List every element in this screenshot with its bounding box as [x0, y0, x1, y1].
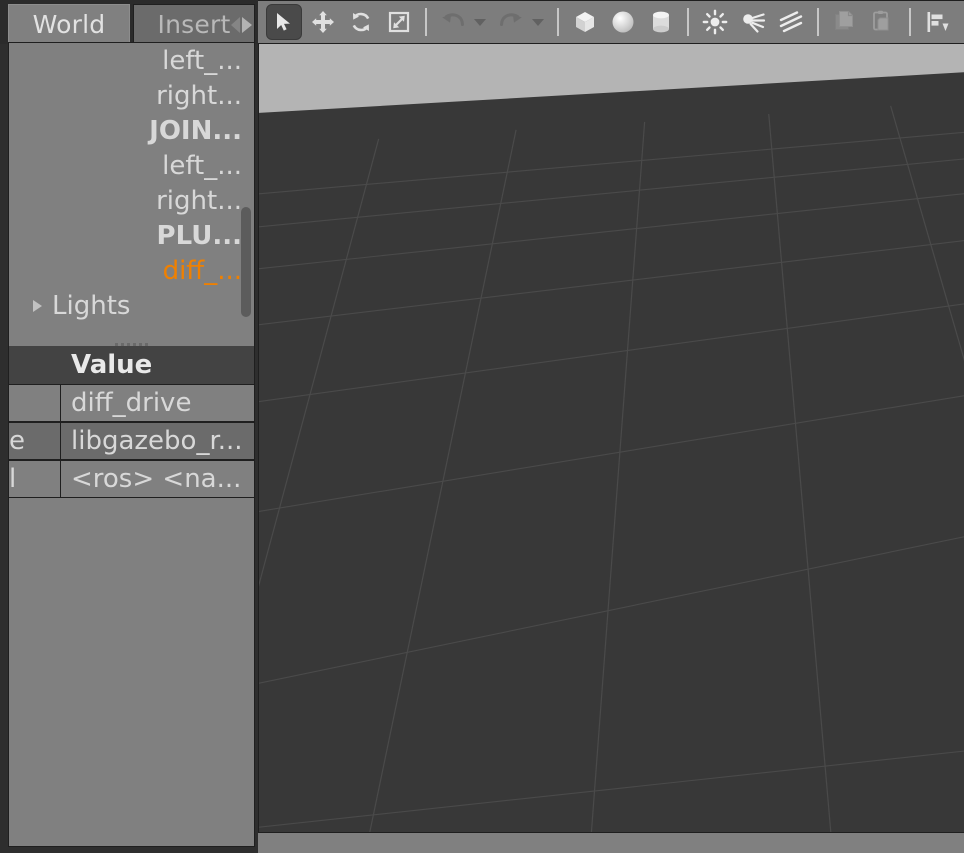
- tree-item[interactable]: right...: [9, 78, 254, 113]
- tree-item-lights[interactable]: Lights: [9, 288, 254, 323]
- directional-light-icon[interactable]: [774, 5, 808, 39]
- snap-magnet-icon[interactable]: [958, 5, 964, 39]
- tab-insert-label: Insert: [157, 10, 231, 39]
- toolbar-separator: [687, 8, 689, 36]
- tree-item[interactable]: left_...: [9, 148, 254, 183]
- cell-value[interactable]: <ros> <na...: [61, 461, 254, 497]
- table-row[interactable]: e libgazebo_r...: [9, 422, 254, 460]
- column-header-value: Value: [71, 350, 153, 380]
- tree-item[interactable]: PLU...: [9, 218, 254, 253]
- dock-tabbar: World Insert: [0, 0, 258, 44]
- redo-icon[interactable]: [494, 5, 528, 39]
- tree-item-label: Lights: [52, 290, 131, 321]
- tab-world[interactable]: World: [8, 4, 130, 44]
- tree-item-label: JOIN...: [149, 115, 242, 146]
- scale-mode-icon[interactable]: [382, 5, 416, 39]
- tree-item[interactable]: right...: [9, 183, 254, 218]
- spot-light-icon[interactable]: [736, 5, 770, 39]
- tree-item-selected[interactable]: diff_...: [9, 253, 254, 288]
- cell-name: e: [9, 423, 61, 459]
- undo-icon[interactable]: [436, 5, 470, 39]
- tree-scrollbar-thumb[interactable]: [241, 207, 251, 317]
- sphere-icon[interactable]: [606, 5, 640, 39]
- translate-mode-icon[interactable]: [306, 5, 340, 39]
- property-table-scrollbar[interactable]: [240, 346, 252, 544]
- tree-scrollbar[interactable]: [240, 47, 252, 337]
- tree-item-label: right...: [156, 185, 242, 216]
- tree-item-label: right...: [156, 80, 242, 111]
- cell-name: l: [9, 461, 61, 497]
- tree-item-label: diff_...: [162, 255, 242, 286]
- main-window: World Insert left_... right... JOIN... l…: [0, 0, 964, 853]
- toolbar-separator: [425, 8, 427, 36]
- align-icon[interactable]: [920, 5, 954, 39]
- column-header-name: [9, 346, 61, 384]
- rotate-mode-icon[interactable]: [344, 5, 378, 39]
- point-light-icon[interactable]: [698, 5, 732, 39]
- chevron-right-icon[interactable]: [242, 16, 252, 33]
- chevron-left-icon: [231, 16, 240, 33]
- tab-world-label: World: [32, 10, 106, 39]
- tree-item-label: left_...: [162, 45, 242, 76]
- table-header-row: Value: [9, 346, 254, 384]
- toolbar-separator: [909, 8, 911, 36]
- main-toolbar: [258, 0, 964, 44]
- copy-icon[interactable]: [828, 5, 862, 39]
- tree-item-label: left_...: [162, 150, 242, 181]
- cylinder-icon[interactable]: [644, 5, 678, 39]
- property-table: Value diff_drive e libgazebo_r... l <ros…: [9, 346, 254, 544]
- 3d-scene-viewport[interactable]: [258, 44, 964, 832]
- tree-item[interactable]: JOIN...: [9, 113, 254, 148]
- scene-tree[interactable]: left_... right... JOIN... left_... right…: [9, 43, 254, 338]
- table-row[interactable]: diff_drive: [9, 384, 254, 422]
- left-dock-panel: World Insert left_... right... JOIN... l…: [0, 0, 258, 853]
- world-panel: left_... right... JOIN... left_... right…: [8, 42, 255, 847]
- toolbar-separator: [817, 8, 819, 36]
- cell-name: [9, 385, 61, 421]
- status-bar: [258, 832, 964, 853]
- tree-item-label: PLU...: [156, 220, 242, 251]
- table-row[interactable]: l <ros> <na...: [9, 460, 254, 498]
- box-icon[interactable]: [568, 5, 602, 39]
- cursor-arrow-icon[interactable]: [266, 4, 302, 40]
- paste-icon[interactable]: [866, 5, 900, 39]
- toolbar-separator: [557, 8, 559, 36]
- tree-item[interactable]: left_...: [9, 43, 254, 78]
- scene-render: [259, 44, 964, 832]
- tab-insert[interactable]: Insert: [133, 4, 255, 44]
- chevron-right-icon[interactable]: [33, 299, 42, 312]
- undo-dropdown-icon[interactable]: [474, 18, 486, 26]
- editor-area: [258, 0, 964, 853]
- cell-value[interactable]: libgazebo_r...: [61, 423, 254, 459]
- cell-value[interactable]: diff_drive: [61, 385, 254, 421]
- redo-dropdown-icon[interactable]: [532, 18, 544, 26]
